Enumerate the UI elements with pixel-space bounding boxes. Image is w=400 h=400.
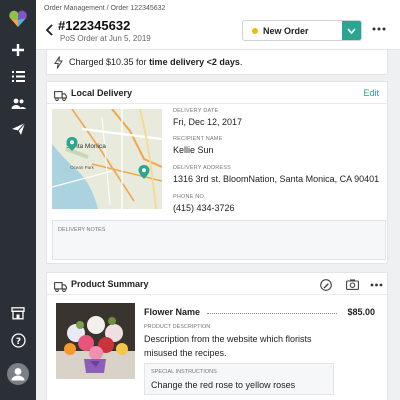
- charge-text: Charged $10.35 for time delivery <2 days…: [69, 57, 242, 67]
- recipient-name: Kellie Sun: [173, 145, 214, 155]
- delivery-title: Local Delivery: [71, 88, 133, 98]
- phone-label: PHONE NO.: [173, 194, 206, 200]
- chevron-down-icon[interactable]: [342, 21, 361, 40]
- more-icon[interactable]: [370, 22, 388, 36]
- breadcrumb-root[interactable]: Order Management: [44, 5, 105, 12]
- back-arrow-icon[interactable]: [42, 20, 56, 40]
- plus-icon[interactable]: [0, 39, 36, 61]
- truck-icon: [54, 88, 67, 106]
- charge-banner: Charged $10.35 for time delivery <2 days…: [46, 50, 388, 75]
- status-dot: [252, 28, 258, 34]
- status-dropdown[interactable]: New Order: [242, 20, 362, 41]
- product-image[interactable]: [56, 303, 135, 379]
- charge-prefix: Charged $10.35 for: [69, 57, 150, 67]
- delivery-notes-label: DELIVERY NOTES: [58, 227, 106, 233]
- product-title: Product Summary: [71, 279, 149, 289]
- send-icon[interactable]: [0, 118, 36, 140]
- order-subtitle: PoS Order at Jun 5, 2019: [60, 34, 151, 43]
- store-icon[interactable]: [0, 302, 36, 324]
- list-icon[interactable]: [0, 65, 36, 87]
- more-icon[interactable]: [369, 278, 383, 291]
- charge-emphasis: time delivery <2 days: [149, 57, 240, 67]
- special-instructions-box: SPECIAL INSTRUCTIONS Change the red rose…: [144, 363, 334, 395]
- breadcrumb: Order Management / Order 122345632: [44, 5, 165, 12]
- product-card: Product Summary Flower Name $85.00 PRODU…: [46, 272, 388, 400]
- status-label: New Order: [263, 26, 309, 36]
- edit-pen-icon[interactable]: [319, 278, 333, 291]
- order-number: #122345632: [58, 18, 131, 33]
- product-description-label: PRODUCT DESCRIPTION: [144, 324, 211, 330]
- heart-logo[interactable]: [0, 6, 36, 32]
- delivery-card-header: Local Delivery Edit: [47, 82, 387, 104]
- help-icon[interactable]: ?: [0, 329, 36, 351]
- address-label: DELIVERY ADDRESS: [173, 165, 232, 171]
- bolt-icon: [54, 56, 63, 74]
- avatar[interactable]: [0, 362, 36, 386]
- product-description: Description from the website which flori…: [144, 334, 312, 358]
- recipient-label: RECIPIENT NAME: [173, 136, 223, 142]
- map-area-label: Ocean Park: [70, 165, 95, 170]
- camera-icon[interactable]: [345, 278, 359, 291]
- delivery-address: 1316 3rd st. BloomNation, Santa Monica, …: [173, 174, 380, 184]
- truck-icon: [54, 279, 67, 297]
- charge-suffix: .: [239, 57, 243, 67]
- order-header: Order Management / Order 122345632 #1223…: [36, 0, 400, 50]
- price-leader: [207, 313, 337, 314]
- users-icon[interactable]: [0, 92, 36, 114]
- special-instructions: Change the red rose to yellow roses: [151, 380, 296, 390]
- product-price: $85.00: [347, 307, 375, 317]
- delivery-card: Local Delivery Edit Santa Monica Ocean P…: [46, 81, 388, 264]
- delivery-map[interactable]: Santa Monica Ocean Park: [52, 109, 162, 209]
- sidebar: ?: [0, 0, 36, 400]
- delivery-date: Fri, Dec 12, 2017: [173, 117, 243, 127]
- product-name: Flower Name: [144, 307, 201, 317]
- delivery-date-label: DELIVERY DATE: [173, 108, 219, 114]
- special-instructions-label: SPECIAL INSTRUCTIONS: [151, 369, 217, 375]
- edit-delivery-link[interactable]: Edit: [363, 88, 379, 98]
- svg-text:?: ?: [15, 337, 20, 347]
- delivery-notes-box[interactable]: DELIVERY NOTES: [52, 220, 386, 260]
- phone-number: (415) 434-3726: [173, 203, 235, 213]
- product-card-header: Product Summary: [47, 273, 387, 295]
- breadcrumb-current: Order 122345632: [110, 5, 166, 12]
